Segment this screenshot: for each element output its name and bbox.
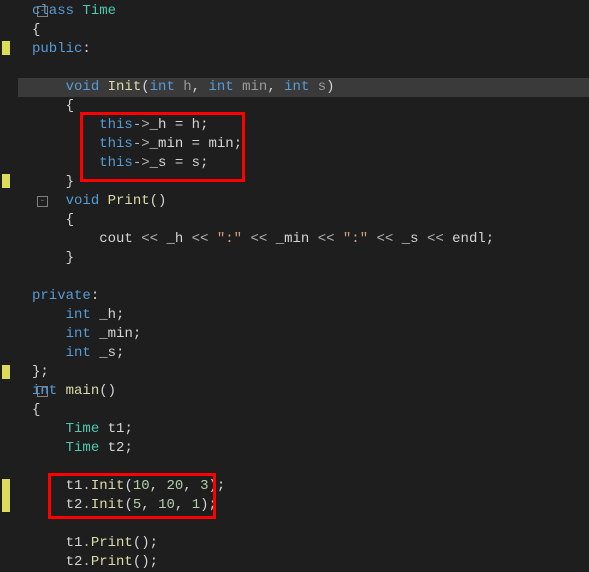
function-name: Init — [108, 79, 142, 95]
keyword-private: private — [32, 288, 91, 304]
brace: }; — [32, 364, 49, 380]
brace: { — [66, 98, 74, 114]
bookmark-icon — [2, 41, 10, 55]
editor-gutter — [0, 0, 18, 549]
brace: { — [32, 402, 40, 418]
brace: } — [66, 174, 74, 190]
keyword-class: class — [32, 3, 74, 19]
bookmark-icon — [2, 365, 10, 379]
function-main: main — [66, 383, 100, 399]
current-line: void Init(int h, int min, int s) — [32, 78, 589, 97]
bookmark-icon — [2, 479, 10, 512]
class-name: Time — [82, 3, 116, 19]
brace: { — [32, 21, 589, 40]
brace: { — [66, 212, 74, 228]
fold-gutter: - - - - — [18, 0, 32, 549]
keyword-public: public — [32, 41, 82, 57]
function-name: Print — [108, 193, 150, 209]
code-area[interactable]: class Time { public: void Init(int h, in… — [32, 0, 589, 572]
bookmark-icon — [2, 174, 10, 188]
brace: } — [66, 250, 74, 266]
